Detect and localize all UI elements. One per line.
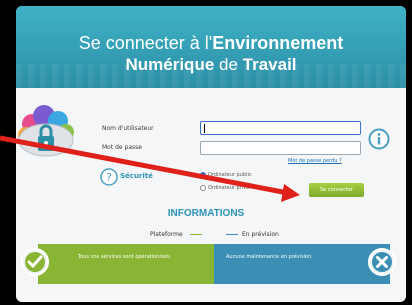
header-title-bold: Environnement [212, 33, 344, 53]
password-input[interactable] [200, 141, 361, 155]
services-status-text: Tous vos services sont opérationnels. [78, 254, 172, 260]
info-title: INFORMATIONS [167, 208, 245, 219]
cloud-lock-icon [18, 105, 74, 157]
maintenance-status-text: Aucune maintenance en prévision. [226, 254, 313, 260]
header-title-line2: Numérique de Travail [16, 55, 406, 75]
forecast-label: En prévision [242, 231, 279, 238]
connect-button[interactable]: Se connecter [309, 183, 364, 197]
password-label: Mot de passe [102, 144, 142, 151]
security-label: Sécurité [120, 172, 153, 180]
info-icon[interactable] [368, 128, 390, 150]
radio-private-label: Ordinateur privé [208, 185, 250, 191]
svg-text:?: ? [106, 171, 112, 184]
platform-rule [190, 234, 202, 235]
username-label: Nom d'utilisateur [102, 125, 154, 132]
header-banner: Se connecter à l'Environnement Numérique… [16, 6, 406, 88]
header-title-prefix: Se connecter à l' [78, 33, 213, 53]
platform-label: Plateforme [150, 231, 183, 238]
header-title-mid: de [214, 55, 243, 74]
forecast-rule [226, 234, 238, 235]
radio-public-label: Ordinateur public [208, 172, 252, 178]
services-status-panel [38, 244, 214, 284]
header-title-line1: Se connecter à l'Environnement [16, 33, 406, 54]
maintenance-status-panel [214, 244, 390, 284]
check-icon [21, 248, 49, 276]
radio-public[interactable] [200, 172, 206, 178]
header-title-bold-b: Travail [242, 55, 297, 74]
forgot-password-link[interactable]: Mot de passe perdu ? [288, 158, 342, 164]
header-title-bold-a: Numérique [125, 55, 215, 74]
username-input[interactable] [200, 121, 361, 135]
help-icon[interactable]: ? [100, 168, 118, 186]
radio-private[interactable] [200, 185, 206, 191]
close-icon[interactable] [367, 247, 397, 277]
